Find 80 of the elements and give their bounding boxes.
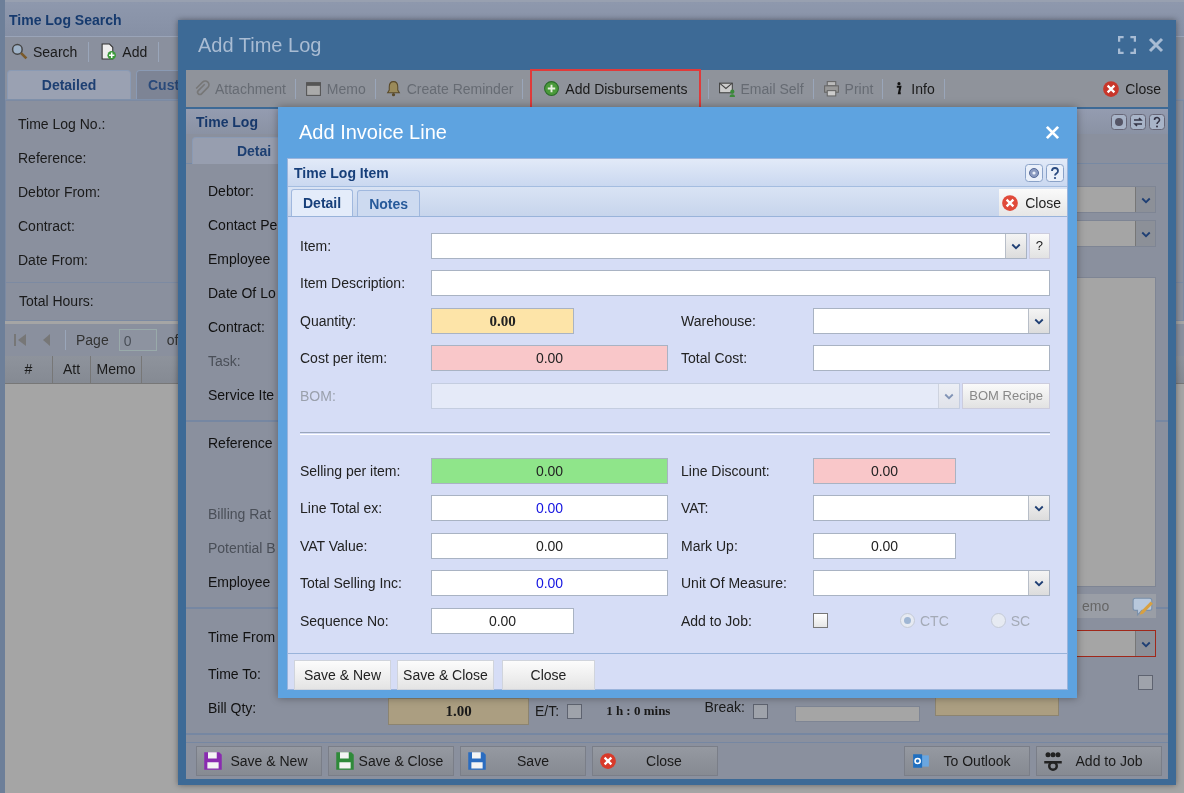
field-label: Total Cost: bbox=[680, 350, 749, 367]
footer-button[interactable]: Save bbox=[460, 746, 586, 777]
field-label: Billing Rat bbox=[208, 506, 272, 523]
field-label: Item: bbox=[300, 237, 333, 254]
page-field[interactable]: 0 bbox=[118, 329, 157, 351]
footer-button[interactable]: Save & New bbox=[294, 660, 391, 690]
tab[interactable]: Detailed bbox=[7, 70, 131, 99]
close-button[interactable]: Close bbox=[1099, 75, 1164, 102]
field-label: Break: bbox=[704, 699, 745, 716]
tab[interactable]: Notes bbox=[357, 190, 421, 216]
footer-button[interactable]: Close bbox=[502, 660, 595, 690]
field-label: BOM: bbox=[300, 387, 337, 404]
field-label: Date Of Lo bbox=[208, 285, 276, 302]
footer-button[interactable]: Close bbox=[592, 746, 718, 777]
duration-text: 1 h : 0 mins bbox=[606, 703, 671, 720]
field-label: Bill Qty: bbox=[208, 700, 257, 717]
field-label: Line Discount: bbox=[680, 462, 771, 479]
field-label: Sequence No: bbox=[300, 612, 390, 629]
close-button[interactable]: Close bbox=[999, 189, 1067, 216]
column-header[interactable]: # bbox=[5, 356, 53, 383]
field-label: VAT: bbox=[680, 500, 710, 517]
field-label: Quantity: bbox=[300, 312, 358, 329]
panel-title: Time Log Item bbox=[294, 164, 389, 181]
input-field[interactable]: 0.00 bbox=[813, 457, 956, 484]
tab[interactable]: Detail bbox=[291, 189, 354, 216]
window-title: Add Time Log bbox=[198, 33, 322, 57]
search-button[interactable]: Search bbox=[8, 38, 81, 65]
field-label: Mark Up: bbox=[680, 537, 739, 554]
add-button[interactable]: Add bbox=[97, 38, 151, 65]
column-header[interactable]: Memo bbox=[91, 356, 142, 383]
field-label: Line Total ex: bbox=[300, 500, 384, 517]
field-label: Debtor From: bbox=[18, 183, 101, 202]
input-field[interactable]: 0.00 bbox=[431, 307, 574, 334]
input-field[interactable]: 0.00 bbox=[431, 345, 668, 372]
field-label: Time Log No.: bbox=[18, 115, 106, 134]
field-label: Time To: bbox=[208, 666, 261, 683]
input-field[interactable]: 0.00 bbox=[431, 570, 668, 597]
field-label: Time From bbox=[208, 628, 276, 645]
page-label: Page bbox=[76, 332, 109, 348]
field-label: Unit Of Measure: bbox=[680, 575, 788, 592]
footer-button[interactable]: Add to Job bbox=[1036, 746, 1162, 777]
radio-label: CTC bbox=[920, 612, 949, 629]
field-label: Date From: bbox=[18, 251, 88, 270]
radio-label: SC bbox=[1010, 612, 1031, 629]
field-label: Total Selling Inc: bbox=[300, 575, 403, 592]
input-field[interactable]: 0.00 bbox=[431, 532, 668, 559]
input-field[interactable]: 0.00 bbox=[431, 457, 668, 484]
field-label: Warehouse: bbox=[680, 312, 757, 329]
field-label: Task: bbox=[208, 353, 241, 370]
field-label: VAT Value: bbox=[300, 537, 369, 554]
field-label: Potential B bbox=[208, 540, 276, 557]
field-label: E/T: bbox=[535, 703, 560, 720]
field-label: Contract: bbox=[208, 319, 265, 336]
toolbar-button[interactable]: Info bbox=[889, 75, 938, 102]
field-label: Selling per item: bbox=[300, 462, 402, 479]
field-label: Reference bbox=[208, 435, 273, 452]
column-header[interactable]: Att bbox=[53, 356, 91, 383]
footer-button[interactable]: Save & New bbox=[196, 746, 322, 777]
field-label: Item Description: bbox=[300, 275, 407, 292]
field-label: Service Ite bbox=[208, 387, 275, 404]
input-field[interactable]: 0.00 bbox=[431, 607, 574, 634]
panel-title: Time Log bbox=[196, 113, 258, 130]
field-label: Contract: bbox=[18, 217, 75, 236]
input-field[interactable]: 0.00 bbox=[813, 532, 956, 559]
field-label: Add to Job: bbox=[680, 612, 753, 629]
field-label: Contact Pe bbox=[208, 217, 278, 234]
footer-button[interactable]: Save & Close bbox=[397, 660, 494, 690]
footer-button[interactable]: Save & Close bbox=[328, 746, 454, 777]
field-label: Cost per item: bbox=[300, 350, 389, 367]
field-label: Reference: bbox=[18, 149, 87, 168]
field-label: Total Hours: bbox=[19, 292, 94, 311]
field-label: Debtor: bbox=[208, 183, 254, 200]
input-field[interactable]: 0.00 bbox=[431, 495, 668, 522]
panel-title: Time Log Search bbox=[9, 12, 122, 28]
quantity-field[interactable]: 1.00 bbox=[388, 697, 529, 725]
page-count-label: of bbox=[166, 332, 179, 348]
help-button[interactable]: ? bbox=[1028, 232, 1050, 259]
footer-button[interactable]: To Outlook bbox=[904, 746, 1030, 777]
field-label: Employee bbox=[208, 574, 271, 591]
field-label: Employee bbox=[208, 251, 271, 268]
